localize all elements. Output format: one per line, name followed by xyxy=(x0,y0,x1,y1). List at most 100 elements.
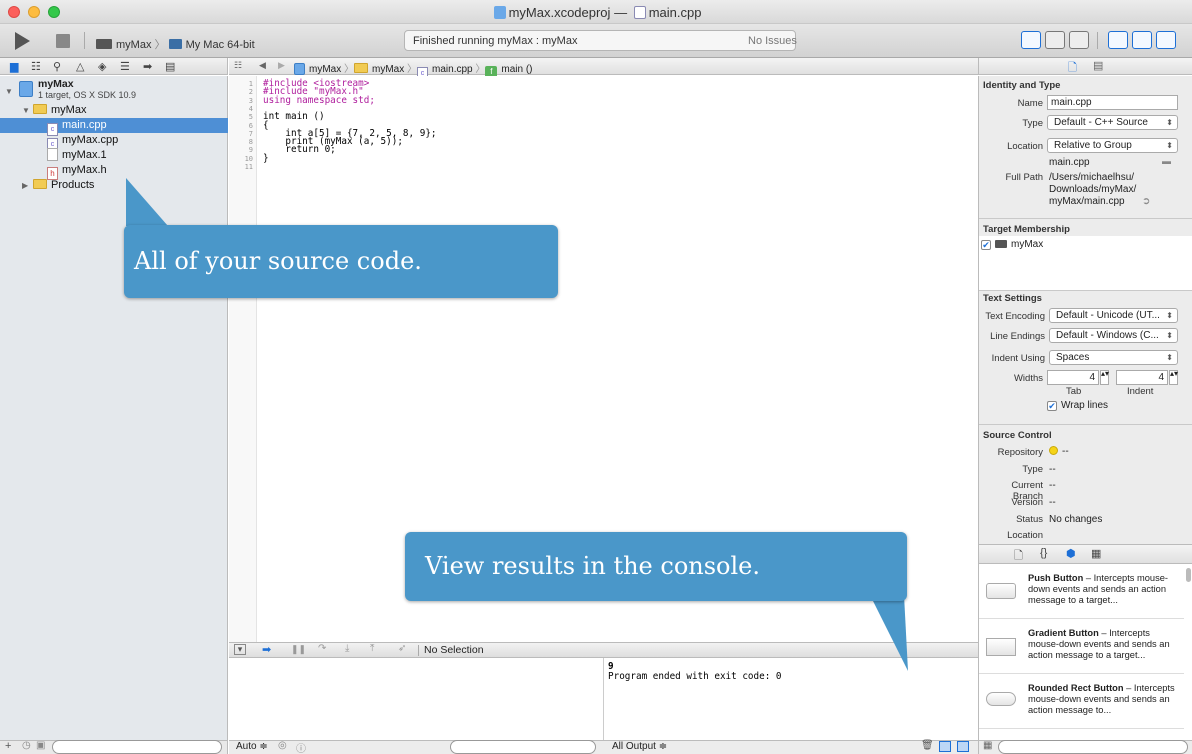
back-icon[interactable]: ◀ xyxy=(259,60,266,71)
debug-area-toggle-icon[interactable] xyxy=(1132,31,1152,49)
code-line[interactable]: int main () xyxy=(263,112,325,122)
target-membership-item[interactable]: ✔ myMax xyxy=(981,239,1043,250)
code-line[interactable]: } xyxy=(263,153,269,163)
callout-pointer-source xyxy=(126,178,168,226)
reveal-in-finder-icon[interactable]: ➲ xyxy=(1142,196,1150,207)
version-editor-icon[interactable] xyxy=(1069,31,1089,49)
location-file: main.cpp xyxy=(1049,157,1090,168)
step-out-icon[interactable]: ⤒ xyxy=(370,643,374,654)
variables-filter-input[interactable] xyxy=(450,740,596,754)
library-scrollbar[interactable] xyxy=(1186,568,1191,582)
clear-console-icon[interactable]: 🗑 xyxy=(921,740,934,751)
library-item-text: Rounded Rect Button – Intercepts mouse-d… xyxy=(1028,683,1178,716)
indent-width-stepper[interactable]: ▴▾ xyxy=(1169,370,1178,385)
navigator-item-label: myMax.h xyxy=(62,164,107,176)
console-output-selector[interactable]: All Output ≑ xyxy=(612,741,667,752)
code-line[interactable]: return 0; xyxy=(263,145,335,155)
tab-width-field[interactable]: 4 xyxy=(1047,370,1099,385)
disclosure-triangle-icon[interactable]: ▼ xyxy=(5,87,13,96)
navigator-item-mymax-cpp[interactable]: c myMax.cpp xyxy=(0,133,228,151)
disclosure-triangle-icon[interactable]: ▼ xyxy=(22,103,30,118)
navigator-item-main-cpp[interactable]: c main.cpp xyxy=(0,118,228,136)
callout-pointer-console xyxy=(870,595,908,671)
library-filter-input[interactable] xyxy=(998,740,1188,754)
standard-editor-icon[interactable] xyxy=(1021,31,1041,49)
symbol-navigator-icon[interactable]: ☷ xyxy=(31,60,41,73)
code-snippet-library-icon[interactable]: {} xyxy=(1040,547,1047,559)
tab-width-stepper[interactable]: ▴▾ xyxy=(1100,370,1109,385)
variables-view[interactable] xyxy=(229,658,604,740)
choose-folder-icon[interactable]: ▬ xyxy=(1162,156,1171,166)
navigator-group-mymax[interactable]: ▼ myMax xyxy=(0,103,228,118)
log-navigator-icon[interactable]: ▤ xyxy=(165,60,175,73)
project-name[interactable]: myMax xyxy=(38,78,74,90)
breakpoints-toggle-icon[interactable]: ➡ xyxy=(262,643,271,656)
test-navigator-icon[interactable]: ◈ xyxy=(98,60,106,73)
breadcrumb-group[interactable]: myMax xyxy=(372,64,404,75)
navigator-filter-input[interactable] xyxy=(52,740,222,754)
quick-look-icon[interactable]: ◎ xyxy=(278,740,287,751)
console-output: 9 Program ended with exit code: 0 xyxy=(608,662,782,681)
navigator-item-label: main.cpp xyxy=(62,119,107,131)
related-items-icon[interactable]: ☷ xyxy=(234,60,242,71)
checkbox-icon[interactable]: ✔ xyxy=(1047,401,1057,411)
scheme-selector[interactable]: myMax 〉 My Mac 64-bit xyxy=(96,36,255,52)
recent-files-icon[interactable]: ◷ xyxy=(22,740,31,751)
navigator-group-products[interactable]: ▶ Products xyxy=(0,178,228,193)
hide-debug-area-icon[interactable]: ▾ xyxy=(234,644,246,655)
show-variables-icon[interactable] xyxy=(939,741,951,752)
activity-status-text: Finished running myMax : myMax xyxy=(413,35,578,47)
navigator-item-mymax-h[interactable]: h myMax.h xyxy=(0,163,228,180)
source-control-filter-icon[interactable]: ▣ xyxy=(36,740,45,751)
checkbox-icon[interactable]: ✔ xyxy=(981,240,991,250)
pause-icon[interactable]: ❚❚ xyxy=(291,644,306,655)
code-line[interactable]: using namespace std; xyxy=(263,95,375,105)
breadcrumb-file[interactable]: main.cpp xyxy=(432,64,473,75)
breadcrumb-project[interactable]: myMax xyxy=(309,64,341,75)
forward-icon[interactable]: ▶ xyxy=(278,60,285,71)
sc-type-label: Type xyxy=(1022,464,1043,475)
target-name: myMax xyxy=(1011,239,1044,250)
step-over-icon[interactable]: ↷ xyxy=(318,643,326,654)
callout-pointer-shape xyxy=(126,178,168,226)
assistant-editor-icon[interactable] xyxy=(1045,31,1065,49)
breadcrumb-function[interactable]: main () xyxy=(501,64,532,75)
line-number: 4 xyxy=(248,104,253,113)
add-icon[interactable]: + xyxy=(5,740,11,752)
navigator-toggle-icon[interactable] xyxy=(1108,31,1128,49)
name-field[interactable]: main.cpp xyxy=(1047,95,1178,110)
location-value: Relative to Group xyxy=(1054,140,1132,151)
issues-indicator[interactable]: No Issues xyxy=(748,35,797,47)
type-popup[interactable]: Default - C++ Source ⬍ xyxy=(1047,115,1178,130)
icon-view-toggle-icon[interactable]: ▦ xyxy=(983,740,992,751)
project-navigator-icon[interactable]: ▆ xyxy=(10,60,18,73)
navigator-item-mymax-1[interactable]: myMax.1 xyxy=(0,148,228,163)
breakpoint-navigator-icon[interactable]: ➡ xyxy=(143,60,152,73)
variables-scope-selector[interactable]: Auto ≑ xyxy=(236,741,268,752)
wrap-lines-checkbox[interactable]: ✔ Wrap lines xyxy=(1047,400,1108,411)
text-encoding-popup[interactable]: Default - Unicode (UT... ⬍ xyxy=(1049,308,1178,323)
location-popup[interactable]: Relative to Group ⬍ xyxy=(1047,138,1178,153)
utilities-toggle-icon[interactable] xyxy=(1156,31,1176,49)
navigator-item-label: Products xyxy=(51,179,95,191)
quick-help-icon[interactable]: ▤ xyxy=(1093,59,1103,72)
media-library-icon[interactable]: ▦ xyxy=(1091,547,1101,560)
indent-using-popup[interactable]: Spaces ⬍ xyxy=(1049,350,1178,365)
show-console-icon[interactable] xyxy=(957,741,969,752)
step-into-icon[interactable]: ⤓ xyxy=(345,643,349,654)
indent-width-field[interactable]: 4 xyxy=(1116,370,1168,385)
print-description-icon[interactable]: ⓘ xyxy=(296,740,306,754)
line-number: 2 xyxy=(248,88,253,97)
text-encoding-value: Default - Unicode (UT... xyxy=(1056,310,1160,321)
debug-navigator-icon[interactable]: ☰ xyxy=(120,60,130,73)
callout-pointer-shape xyxy=(870,595,908,671)
stop-button[interactable] xyxy=(56,34,70,48)
find-navigator-icon[interactable]: ⚲ xyxy=(53,60,61,73)
object-library-icon[interactable]: ⬢ xyxy=(1066,547,1076,560)
location-icon[interactable]: ➶ xyxy=(398,643,406,654)
issue-navigator-icon[interactable]: △ xyxy=(76,60,84,73)
run-button[interactable] xyxy=(15,32,30,50)
disclosure-triangle-icon[interactable]: ▶ xyxy=(22,178,28,193)
debug-selection-label: No Selection xyxy=(424,644,484,656)
line-endings-popup[interactable]: Default - Windows (C... ⬍ xyxy=(1049,328,1178,343)
